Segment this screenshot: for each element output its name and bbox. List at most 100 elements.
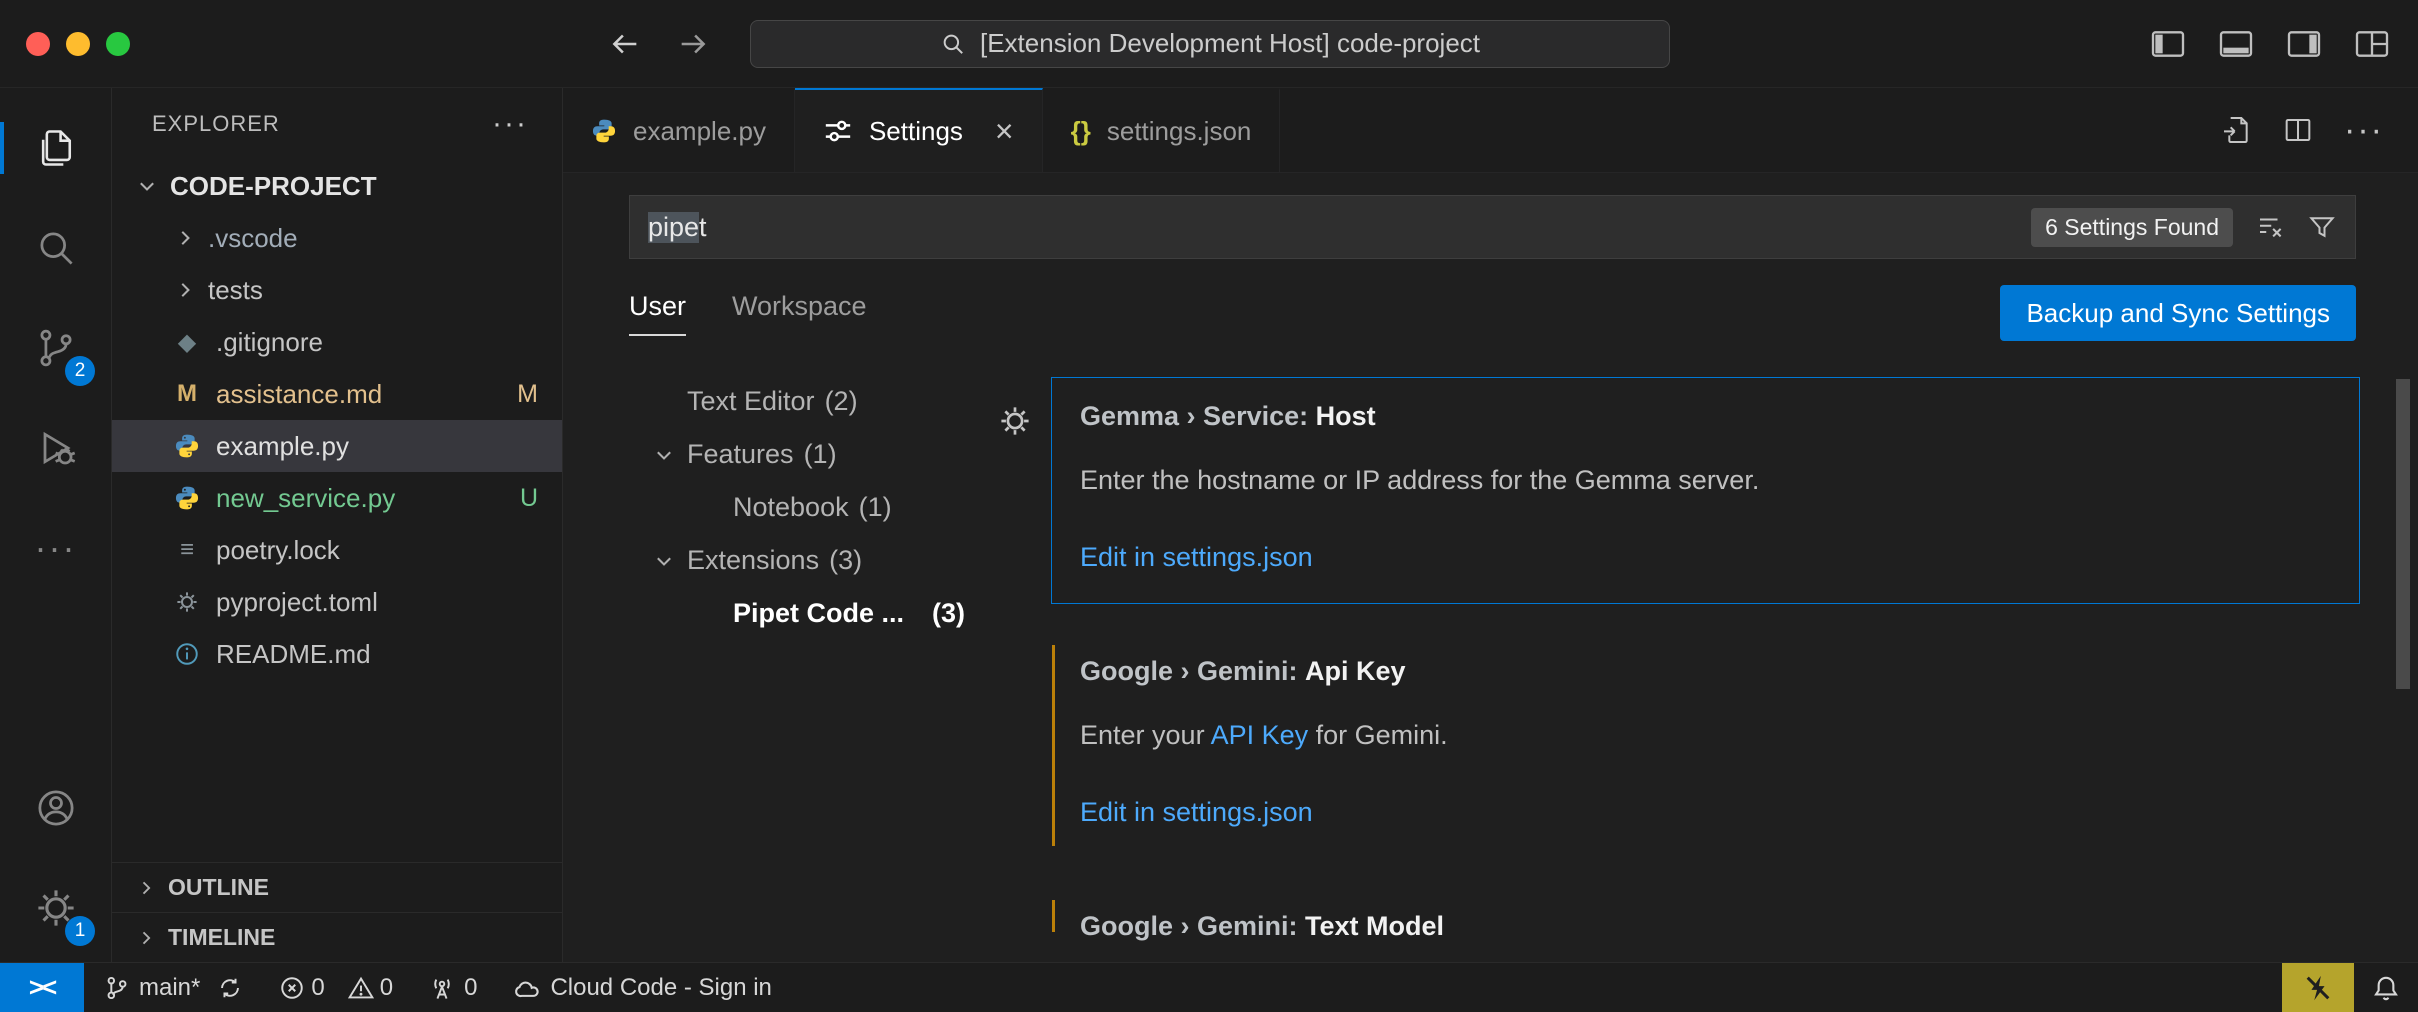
lightning-off-status[interactable] (2282, 963, 2354, 1012)
tree-item-tests[interactable]: tests (112, 264, 562, 316)
scrollbar-thumb[interactable] (2396, 379, 2410, 689)
notifications-button[interactable] (2354, 963, 2418, 1012)
setting-title: Google › Gemini: Api Key (1080, 653, 2331, 689)
zoom-window-button[interactable] (106, 32, 130, 56)
radio-tower-icon (429, 975, 455, 1001)
clear-search-filters-icon[interactable] (2255, 212, 2285, 242)
tab-example-py[interactable]: example.py (563, 88, 795, 172)
source-control-badge: 2 (65, 356, 95, 386)
command-center[interactable]: [Extension Development Host] code-projec… (750, 20, 1670, 68)
toc-item-features[interactable]: Features (1) (563, 428, 991, 481)
sidebar-item-source-control[interactable]: 2 (0, 298, 111, 398)
more-actions-icon[interactable]: ··· (2344, 111, 2384, 150)
activity-bar: 2 ··· 1 (0, 88, 112, 962)
settings-search-input[interactable]: pipet 6 Settings Found (629, 195, 2356, 259)
lock-file-icon: ≡ (170, 536, 204, 564)
accounts-button[interactable] (0, 758, 111, 858)
toggle-panel-icon[interactable] (2216, 24, 2256, 64)
tree-item-pyproject-toml[interactable]: pyproject.toml (112, 576, 562, 628)
explorer-title: EXPLORER (152, 111, 280, 137)
settings-badge: 1 (65, 916, 95, 946)
timeline-section-header[interactable]: TIMELINE (112, 912, 562, 962)
sidebar-item-explorer[interactable] (0, 98, 111, 198)
back-icon[interactable] (608, 27, 642, 61)
vscode-window: [Extension Development Host] code-projec… (0, 0, 2418, 1012)
scope-tab-workspace[interactable]: Workspace (732, 291, 867, 336)
json-braces-icon: {} (1071, 116, 1091, 147)
split-editor-icon[interactable] (2282, 114, 2314, 146)
filter-icon[interactable] (2307, 212, 2337, 242)
cloud-code-status[interactable]: Cloud Code - Sign in (513, 974, 771, 1002)
api-key-link[interactable]: API Key (1211, 720, 1309, 750)
customize-layout-icon[interactable] (2352, 24, 2392, 64)
search-icon (34, 226, 78, 270)
toc-item-pipet-code[interactable]: Pipet Code ... (3) (563, 587, 991, 640)
tab-settings-json[interactable]: {} settings.json (1043, 88, 1281, 172)
problems-status[interactable]: 0 0 (279, 974, 393, 1002)
setting-google-gemini-api-key[interactable]: Google › Gemini: Api Key Enter your API … (1051, 632, 2360, 859)
sidebar-item-run-and-debug[interactable] (0, 398, 111, 498)
explorer-sidebar: EXPLORER ··· CODE-PROJECT .vscode (112, 88, 563, 962)
open-settings-json-icon[interactable] (2220, 114, 2252, 146)
lightning-off-icon (2303, 973, 2333, 1003)
python-icon (170, 433, 204, 459)
close-window-button[interactable] (26, 32, 50, 56)
edit-in-settings-json-link[interactable]: Edit in settings.json (1080, 797, 1313, 828)
close-tab-icon[interactable]: × (995, 115, 1014, 147)
chevron-right-icon (170, 279, 200, 301)
search-icon (940, 31, 966, 57)
tree-item-assistance-md[interactable]: M assistance.md M (112, 368, 562, 420)
ports-status[interactable]: 0 (429, 974, 477, 1002)
window-controls (26, 32, 130, 56)
modified-indicator (1052, 900, 1055, 932)
command-center-title: [Extension Development Host] code-projec… (980, 28, 1480, 59)
forward-icon[interactable] (676, 27, 710, 61)
tree-root-code-project[interactable]: CODE-PROJECT (112, 160, 562, 212)
setting-title: Google › Gemini: Text Model (1080, 908, 2331, 944)
settings-editor: pipet 6 Settings Found User Wo (563, 173, 2418, 962)
setting-actions-gear-icon[interactable] (998, 404, 1032, 438)
tree-item-example-py[interactable]: example.py (112, 420, 562, 472)
toggle-secondary-sidebar-icon[interactable] (2284, 24, 2324, 64)
outline-section-header[interactable]: OUTLINE (112, 862, 562, 912)
minimize-window-button[interactable] (66, 32, 90, 56)
git-untracked-badge: U (520, 484, 538, 513)
tree-item-poetry-lock[interactable]: ≡ poetry.lock (112, 524, 562, 576)
tree-item-new-service-py[interactable]: new_service.py U (112, 472, 562, 524)
setting-description: Enter the hostname or IP address for the… (1080, 462, 2331, 498)
setting-title: Gemma › Service: Host (1080, 398, 2331, 434)
chevron-right-icon (170, 227, 200, 249)
settings-sliders-icon (823, 116, 853, 146)
git-branch-status[interactable]: main* (104, 974, 243, 1002)
bell-icon (2372, 974, 2400, 1002)
setting-gemma-service-host[interactable]: Gemma › Service: Host Enter the hostname… (1051, 377, 2360, 604)
setting-google-gemini-text-model[interactable]: Google › Gemini: Text Model (1051, 887, 2360, 945)
settings-list: Gemma › Service: Host Enter the hostname… (991, 365, 2418, 962)
tree-item-readme-md[interactable]: README.md (112, 628, 562, 680)
sidebar-item-search[interactable] (0, 198, 111, 298)
tree-item-vscode[interactable]: .vscode (112, 212, 562, 264)
settings-toc: Text Editor (2) Features (1) Notebook (563, 365, 991, 962)
scope-tab-user[interactable]: User (629, 291, 686, 336)
editor-tab-bar: example.py Settings × {} settings.json (563, 88, 2418, 173)
git-file-icon: ◆ (170, 328, 204, 357)
views-and-more-actions-icon[interactable]: ··· (492, 107, 528, 141)
toc-item-notebook[interactable]: Notebook (1) (563, 481, 991, 534)
edit-in-settings-json-link[interactable]: Edit in settings.json (1080, 542, 1313, 573)
search-text-selected: pipe (648, 212, 699, 243)
toc-item-text-editor[interactable]: Text Editor (2) (563, 375, 991, 428)
toggle-primary-sidebar-icon[interactable] (2148, 24, 2188, 64)
python-icon (170, 485, 204, 511)
status-bar: >< main* 0 (0, 962, 2418, 1012)
file-tree: CODE-PROJECT .vscode tests ◆ .gitign (112, 160, 562, 862)
tree-item-gitignore[interactable]: ◆ .gitignore (112, 316, 562, 368)
files-icon (34, 126, 78, 170)
backup-and-sync-settings-button[interactable]: Backup and Sync Settings (2000, 285, 2356, 341)
sync-changes-icon (217, 975, 243, 1001)
sidebar-item-more[interactable]: ··· (0, 498, 111, 598)
chevron-down-icon (132, 175, 162, 197)
toc-item-extensions[interactable]: Extensions (3) (563, 534, 991, 587)
remote-indicator[interactable]: >< (0, 963, 84, 1012)
manage-settings-button[interactable]: 1 (0, 858, 111, 958)
tab-settings[interactable]: Settings × (795, 88, 1043, 172)
